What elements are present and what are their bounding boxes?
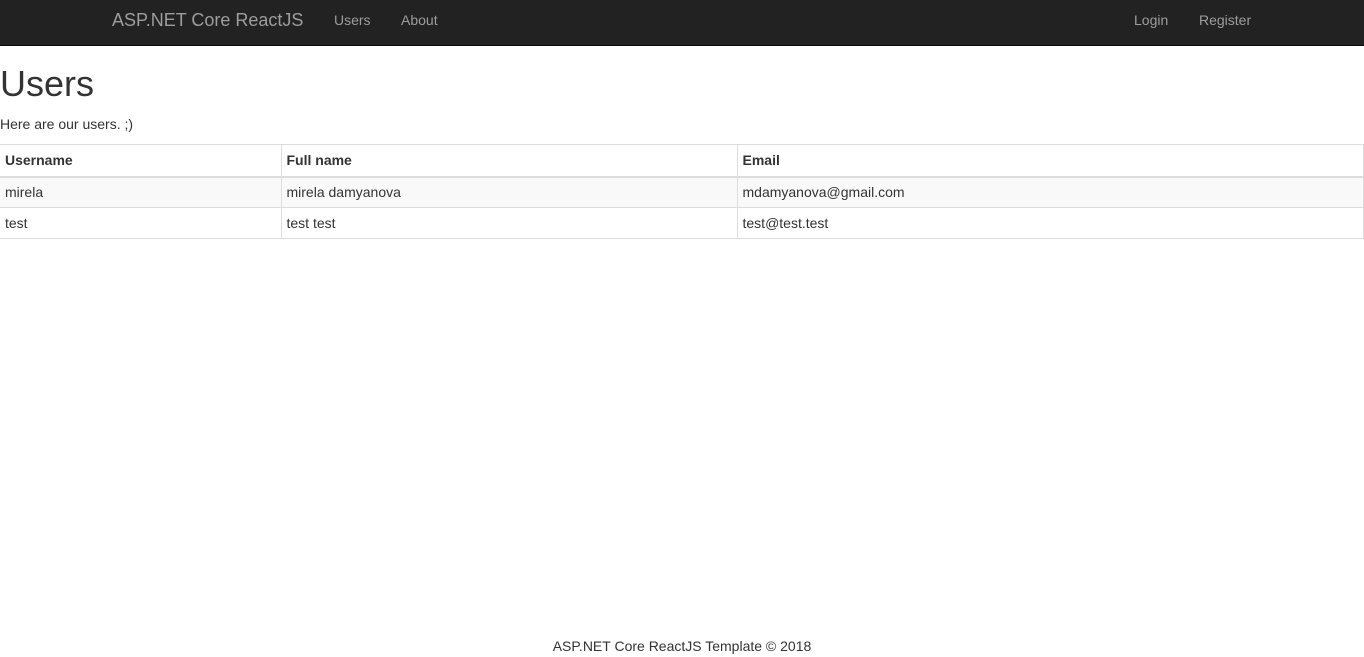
column-header-email: Email (736, 144, 1364, 178)
nav-link-login[interactable]: Login (1134, 12, 1168, 28)
brand-link[interactable]: ASP.NET Core ReactJS (112, 10, 303, 30)
nav-link-register[interactable]: Register (1199, 12, 1251, 28)
table-header: Username Full name Email (0, 144, 1364, 178)
intro-text: Here are our users. ;) (0, 116, 134, 132)
table-row: mirela mirela damyanova mdamyanova@gmail… (0, 176, 1364, 208)
page-title: Users (0, 63, 95, 104)
table-row: test test test test@test.test (0, 207, 1364, 239)
table-body: mirela mirela damyanova mdamyanova@gmail… (0, 176, 1364, 239)
full-name-cell: test test (280, 207, 738, 239)
column-header-username: Username (0, 144, 282, 178)
full-name-cell: mirela damyanova (280, 176, 738, 208)
column-header-full-name: Full name (280, 144, 738, 178)
page-footer: ASP.NET Core ReactJS Template © 2018 (552, 638, 812, 654)
email-cell: mdamyanova@gmail.com (736, 176, 1364, 208)
users-table: Username Full name Email mirela mirela d… (0, 144, 1364, 239)
username-cell: mirela (0, 176, 282, 208)
username-cell: test (0, 207, 282, 239)
nav-link-about[interactable]: About (401, 12, 438, 28)
table-header-row: Username Full name Email (0, 144, 1364, 178)
nav-link-users[interactable]: Users (334, 12, 371, 28)
email-cell: test@test.test (736, 207, 1364, 239)
top-navbar: ASP.NET Core ReactJS Users About Login R… (0, 0, 1364, 46)
